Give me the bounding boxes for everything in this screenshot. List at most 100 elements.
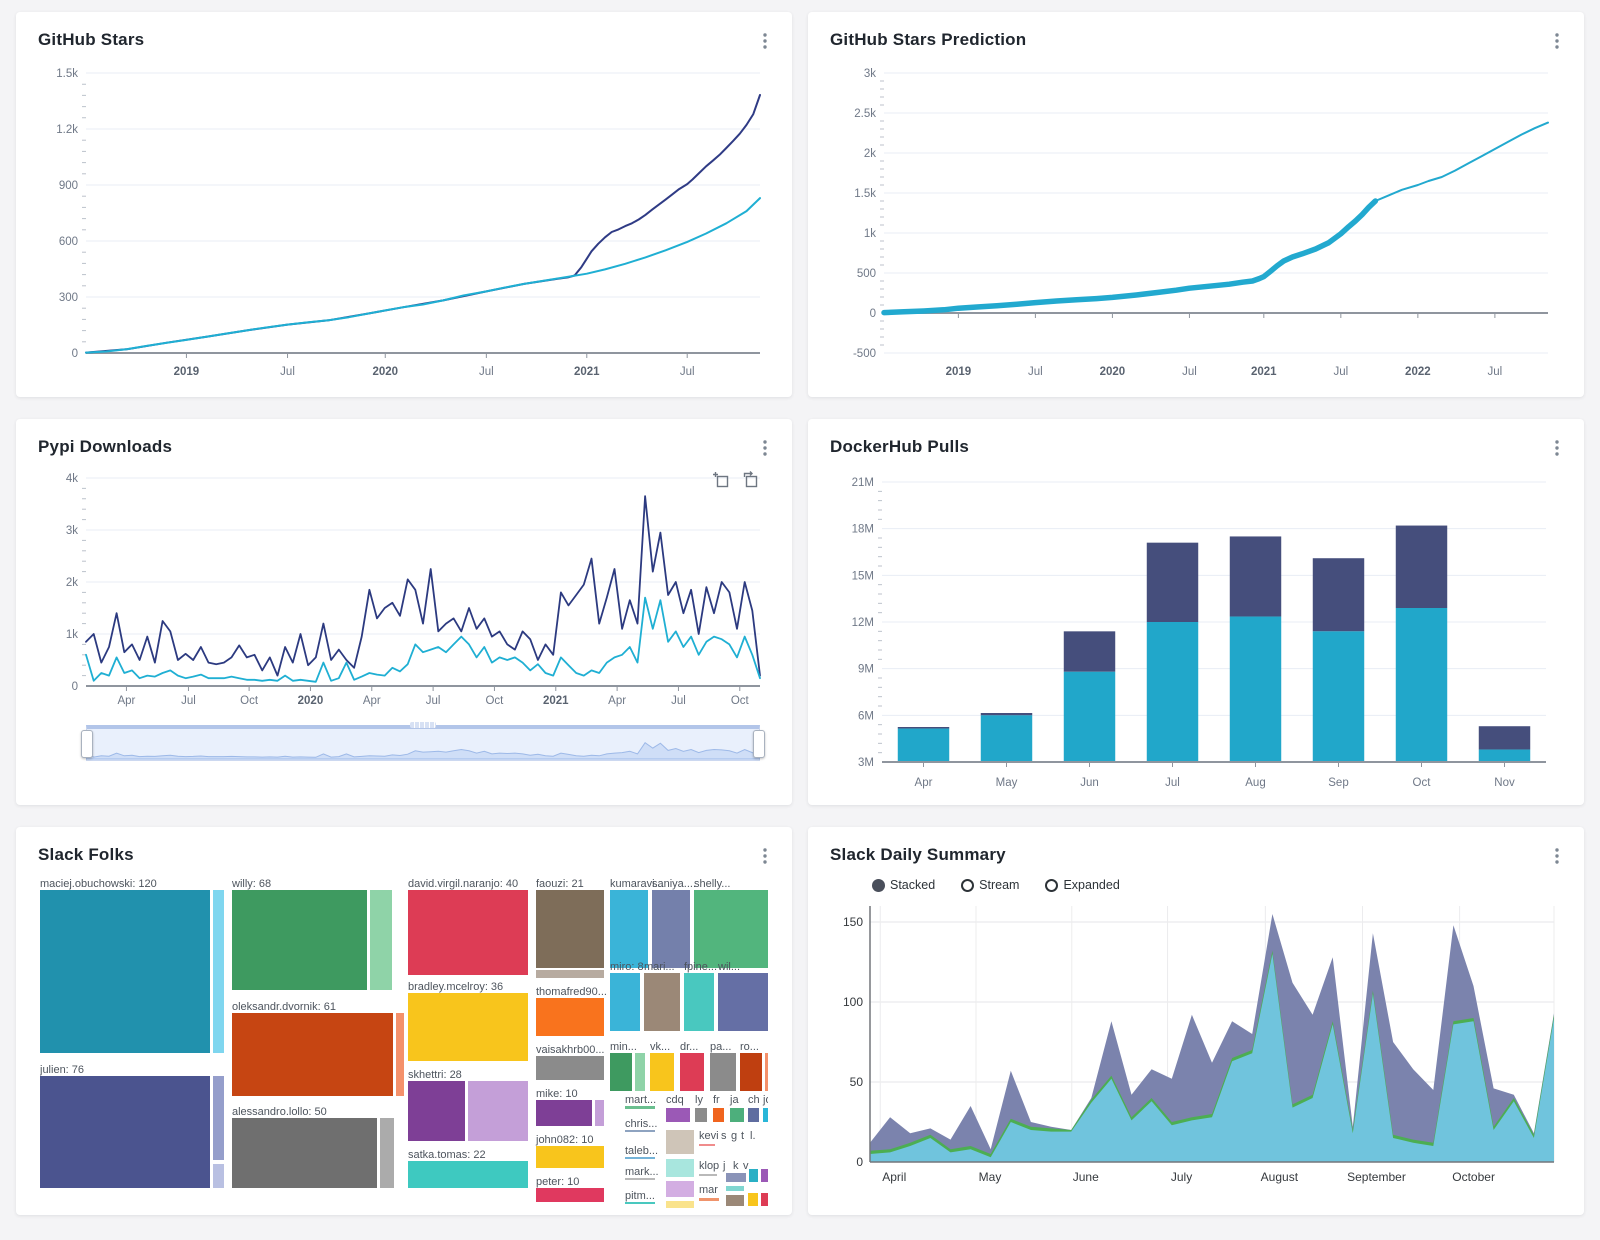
treemap-cell[interactable] xyxy=(680,1053,704,1091)
treemap-label: julien: 76 xyxy=(40,1064,84,1076)
more-options-button[interactable] xyxy=(1550,845,1564,872)
treemap-cell[interactable] xyxy=(666,1159,694,1177)
treemap-cell[interactable] xyxy=(644,973,680,1031)
treemap-label: min... xyxy=(610,1041,637,1053)
treemap-cell[interactable] xyxy=(213,1164,224,1188)
treemap-cell[interactable] xyxy=(625,1106,655,1109)
more-options-button[interactable] xyxy=(758,30,772,57)
restore-icon[interactable] xyxy=(741,471,758,488)
legend-item-stacked[interactable]: Stacked xyxy=(872,878,935,892)
open-circle-icon xyxy=(1045,879,1058,892)
more-options-button[interactable] xyxy=(758,845,772,872)
treemap-cell[interactable] xyxy=(726,1195,744,1206)
treemap-cell[interactable] xyxy=(666,1181,694,1197)
treemap-label: willy: 68 xyxy=(232,878,271,890)
treemap-cell[interactable] xyxy=(625,1157,655,1159)
treemap-cell[interactable] xyxy=(40,1076,210,1188)
treemap-cell[interactable] xyxy=(40,890,210,1053)
treemap-cell[interactable] xyxy=(232,1013,393,1096)
treemap-cell[interactable] xyxy=(232,890,367,990)
treemap-cell[interactable] xyxy=(536,890,604,968)
svg-text:October: October xyxy=(1452,1170,1495,1184)
treemap-label: vk... xyxy=(650,1041,670,1053)
treemap-cell[interactable] xyxy=(536,1146,604,1168)
treemap-cell[interactable] xyxy=(408,1161,528,1188)
treemap-cell[interactable] xyxy=(625,1130,655,1132)
treemap-cell[interactable] xyxy=(213,890,224,1053)
treemap-cell[interactable] xyxy=(610,1053,632,1091)
treemap-cell[interactable] xyxy=(408,993,528,1061)
treemap-cell[interactable] xyxy=(650,1053,674,1091)
treemap-cell[interactable] xyxy=(396,1013,404,1096)
treemap-cell[interactable] xyxy=(695,1108,707,1122)
legend-item-expanded[interactable]: Expanded xyxy=(1045,878,1119,892)
treemap-cell[interactable] xyxy=(370,890,392,990)
treemap-label: thomafred90... xyxy=(536,986,607,998)
series-downloads-total xyxy=(86,496,760,675)
treemap-cell[interactable] xyxy=(536,1100,592,1126)
treemap-cell[interactable] xyxy=(726,1173,746,1182)
svg-text:Apr: Apr xyxy=(608,695,626,707)
treemap-cell[interactable] xyxy=(536,1188,604,1202)
treemap-cell[interactable] xyxy=(380,1118,394,1188)
treemap-cell[interactable] xyxy=(666,1130,694,1154)
treemap-cell[interactable] xyxy=(635,1053,645,1091)
treemap-cell[interactable] xyxy=(749,1169,758,1182)
treemap-cell[interactable] xyxy=(694,890,768,968)
treemap-cell[interactable] xyxy=(610,973,640,1031)
slider-handle-left[interactable] xyxy=(81,730,93,758)
treemap-cell[interactable] xyxy=(699,1174,717,1176)
treemap-cell[interactable] xyxy=(625,1202,655,1204)
treemap-cell[interactable] xyxy=(740,1053,762,1091)
treemap-label: fpine... xyxy=(684,961,717,973)
treemap-cell[interactable] xyxy=(761,1193,768,1206)
more-options-button[interactable] xyxy=(1550,437,1564,464)
github-stars-chart: 03006009001.2k1.5k2019Jul2020Jul2021Jul xyxy=(16,59,792,388)
treemap-cell[interactable] xyxy=(748,1108,759,1122)
treemap-cell[interactable] xyxy=(710,1053,736,1091)
svg-text:1.5k: 1.5k xyxy=(854,188,876,200)
treemap-cell[interactable] xyxy=(536,1056,604,1080)
treemap-label: cdq xyxy=(666,1094,684,1106)
treemap-cell[interactable] xyxy=(468,1081,528,1141)
treemap-cell[interactable] xyxy=(730,1108,744,1122)
treemap-label: david.virgil.naranjo: 40 xyxy=(408,878,518,890)
treemap-cell[interactable] xyxy=(666,1201,694,1208)
bar-pulls-extra xyxy=(1479,726,1530,749)
treemap-cell[interactable] xyxy=(699,1198,719,1201)
more-options-button[interactable] xyxy=(758,437,772,464)
svg-text:3k: 3k xyxy=(864,68,876,80)
treemap-cell[interactable] xyxy=(748,1193,758,1206)
panel-slack-daily-summary: Slack Daily Summary Stacked Stream Expan… xyxy=(808,827,1584,1215)
treemap-cell[interactable] xyxy=(761,1169,768,1182)
box-select-zoom-icon[interactable] xyxy=(712,471,729,488)
treemap-cell[interactable] xyxy=(666,1108,690,1122)
treemap-cell[interactable] xyxy=(684,973,714,1031)
treemap-cell[interactable] xyxy=(699,1144,715,1146)
panel-header: Slack Daily Summary xyxy=(808,827,1584,874)
data-zoom-slider[interactable] xyxy=(86,725,760,761)
treemap-cell[interactable] xyxy=(718,973,768,1031)
treemap-cell[interactable] xyxy=(652,890,690,968)
more-options-button[interactable] xyxy=(1550,30,1564,57)
slider-grip[interactable] xyxy=(410,722,436,728)
treemap-cell[interactable] xyxy=(408,890,528,975)
treemap-cell[interactable] xyxy=(232,1118,377,1188)
treemap-cell[interactable] xyxy=(713,1108,724,1122)
treemap-label: l. xyxy=(750,1130,756,1142)
treemap-cell[interactable] xyxy=(595,1100,604,1126)
treemap-label: jo xyxy=(763,1094,768,1106)
slider-handle-right[interactable] xyxy=(753,730,765,758)
treemap-cell[interactable] xyxy=(408,1081,465,1141)
treemap-cell[interactable] xyxy=(726,1186,744,1191)
treemap-cell[interactable] xyxy=(765,1053,768,1091)
treemap-cell[interactable] xyxy=(213,1076,224,1160)
treemap-cell[interactable] xyxy=(610,890,648,968)
treemap-cell[interactable] xyxy=(763,1108,768,1122)
legend-item-stream[interactable]: Stream xyxy=(961,878,1019,892)
treemap-cell[interactable] xyxy=(625,1178,655,1180)
svg-text:500: 500 xyxy=(857,268,876,280)
svg-text:Jul: Jul xyxy=(280,366,295,378)
treemap-cell[interactable] xyxy=(536,998,604,1036)
treemap-cell[interactable] xyxy=(536,970,604,978)
